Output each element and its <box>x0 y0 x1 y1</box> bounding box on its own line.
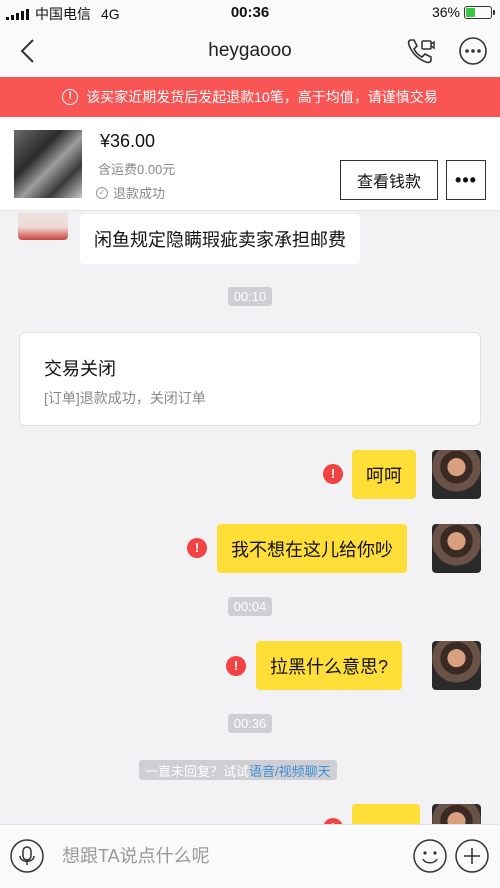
send-failed-icon[interactable]: ! <box>187 538 207 558</box>
my-avatar[interactable] <box>432 641 481 690</box>
chat-area[interactable]: 闲鱼规定隐瞒瑕疵卖家承担邮费 00:10 交易关闭 [订单]退款成功，关闭订单 … <box>0 212 500 824</box>
product-thumbnail[interactable] <box>14 130 82 198</box>
send-failed-icon[interactable]: ! <box>226 656 246 676</box>
my-avatar[interactable] <box>432 450 481 499</box>
battery-percent: 36% <box>431 4 460 20</box>
battery-icon <box>464 5 495 19</box>
warning-text: 该买家近期发货后发起退款10笔，高于均值，请谨慎交易 <box>86 89 438 105</box>
phone-video-call-icon[interactable] <box>406 37 436 65</box>
shipping-fee: 含运费0.00元 <box>98 162 176 177</box>
incoming-message-bubble[interactable]: 闲鱼规定隐瞒瑕疵卖家承担邮费 <box>80 214 360 264</box>
voice-video-chat-link[interactable]: 语音/视频聊天 <box>249 761 331 780</box>
clock: 00:36 <box>230 4 270 21</box>
card-title: 交易关闭 <box>44 359 116 379</box>
status-bar: 中国电信 4G 00:36 36% <box>0 0 500 26</box>
microphone-icon[interactable] <box>10 839 44 873</box>
timestamp: 00:36 <box>0 714 500 733</box>
check-circle-icon: ✓ <box>96 186 108 199</box>
status-right: 36% <box>431 4 495 20</box>
product-card[interactable]: ¥36.00 含运费0.00元 ✓ 退款成功 查看钱款 ••• <box>0 117 500 211</box>
input-bar <box>0 824 500 888</box>
timestamp: 00:04 <box>0 597 500 616</box>
card-description: [订单]退款成功，关闭订单 <box>44 390 206 406</box>
outgoing-message-bubble-partial[interactable] <box>352 804 420 824</box>
view-money-button[interactable]: 查看钱款 <box>340 160 438 200</box>
outgoing-message-bubble[interactable]: 呵呵 <box>352 450 416 499</box>
outgoing-message-bubble[interactable]: 拉黑什么意思? <box>256 641 403 690</box>
order-status-text: 退款成功 <box>113 186 166 201</box>
timestamp: 00:10 <box>0 287 500 306</box>
order-status: ✓ 退款成功 <box>96 183 165 202</box>
risk-warning-banner: ! 该买家近期发货后发起退款10笔，高于均值，请谨慎交易 <box>0 77 500 117</box>
navbar: heygaooo <box>0 26 500 77</box>
add-icon[interactable] <box>455 839 489 873</box>
more-options-icon[interactable] <box>458 36 488 66</box>
order-closed-card[interactable]: 交易关闭 [订单]退款成功，关闭订单 <box>19 332 481 426</box>
emoji-icon[interactable] <box>413 839 447 873</box>
message-input[interactable] <box>62 839 392 873</box>
no-reply-tip: 一直未回复？试试 语音/视频聊天 <box>139 760 337 780</box>
my-avatar[interactable] <box>432 524 481 573</box>
my-avatar[interactable] <box>432 804 481 824</box>
outgoing-message-bubble[interactable]: 我不想在这儿给你吵 <box>217 524 407 573</box>
tip-text: 一直未回复？试试 <box>145 763 250 779</box>
buyer-avatar[interactable] <box>18 212 68 240</box>
more-actions-button[interactable]: ••• <box>446 160 486 200</box>
info-icon: ! <box>62 89 79 105</box>
send-failed-icon[interactable]: ! <box>323 464 343 484</box>
product-price: ¥36.00 <box>100 131 156 151</box>
